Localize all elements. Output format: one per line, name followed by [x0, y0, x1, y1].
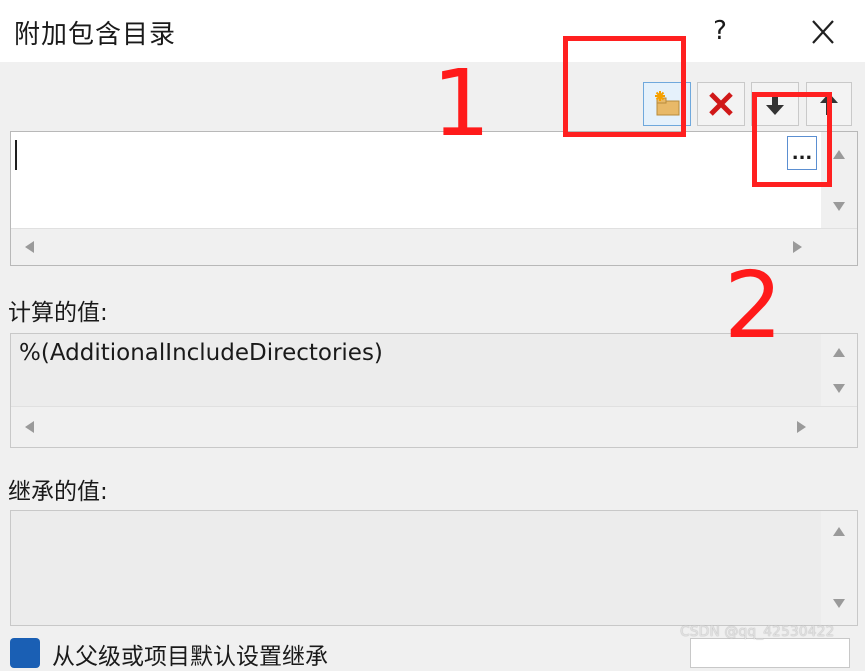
scroll-right-arrow-icon[interactable]: [797, 421, 806, 433]
scroll-left-arrow-icon[interactable]: [25, 421, 34, 433]
annotation-number-1: 1: [432, 50, 491, 157]
inherited-value-box: [10, 510, 858, 626]
scroll-right-arrow-icon[interactable]: [793, 241, 802, 253]
annotation-box-1: [563, 36, 686, 137]
dialog-title: 附加包含目录: [14, 20, 177, 50]
watermark: CSDN @qq_42530422: [680, 624, 835, 640]
scroll-down-arrow-icon[interactable]: [833, 202, 845, 211]
close-icon: [812, 20, 834, 44]
computed-vertical-scrollbar[interactable]: [821, 334, 857, 407]
computed-value-label: 计算的值:: [8, 300, 108, 326]
annotation-number-2: 2: [724, 252, 783, 359]
annotation-box-2: [752, 92, 832, 187]
computed-horizontal-scrollbar[interactable]: [11, 406, 857, 447]
scroll-left-arrow-icon[interactable]: [25, 241, 34, 253]
computed-value-text: %(AdditionalIncludeDirectories): [19, 340, 383, 366]
scroll-up-arrow-icon[interactable]: [833, 150, 845, 159]
text-caret: [15, 140, 17, 170]
ok-button[interactable]: [690, 638, 850, 668]
scroll-up-arrow-icon[interactable]: [833, 527, 845, 536]
inherit-checkbox[interactable]: [10, 638, 40, 668]
red-x-icon: [709, 92, 733, 116]
help-button[interactable]: ?: [705, 14, 735, 48]
inherited-vertical-scrollbar[interactable]: [821, 511, 857, 625]
scroll-up-arrow-icon[interactable]: [833, 348, 845, 357]
delete-button[interactable]: [697, 82, 745, 126]
inherited-value-label: 继承的值:: [8, 479, 108, 505]
inherit-checkbox-label: 从父级或项目默认设置继承: [52, 644, 328, 670]
close-button[interactable]: [800, 12, 846, 52]
scroll-down-arrow-icon[interactable]: [833, 384, 845, 393]
scroll-down-arrow-icon[interactable]: [833, 599, 845, 608]
